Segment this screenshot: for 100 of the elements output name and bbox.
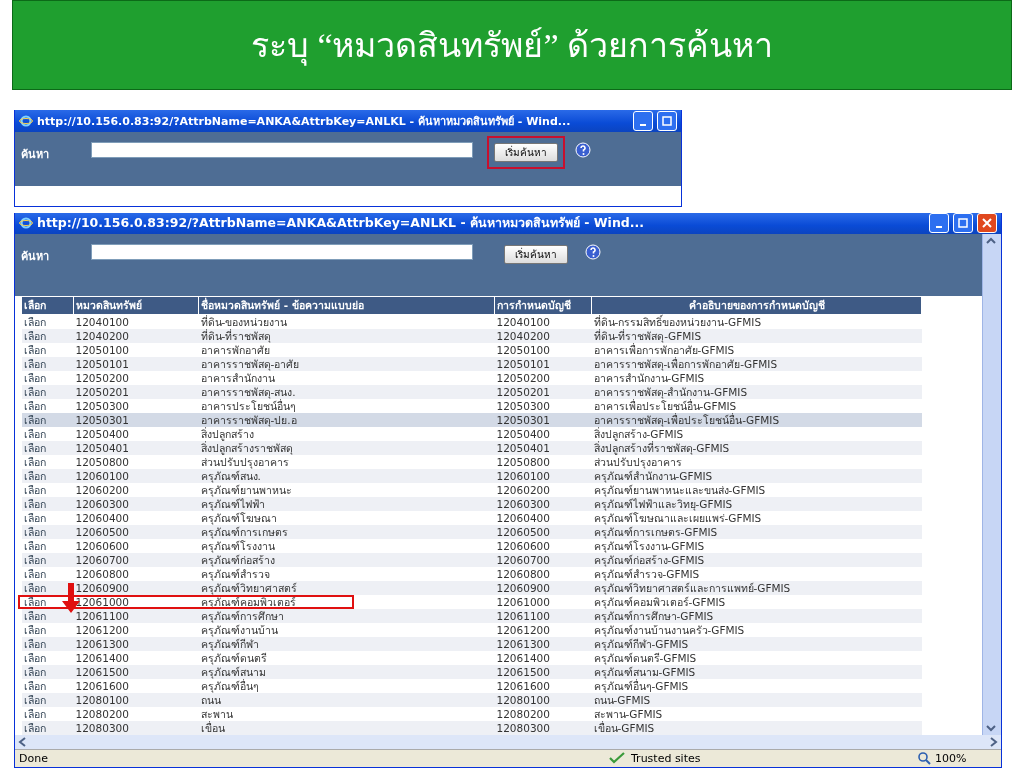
select-link[interactable]: เลือก: [23, 707, 46, 720]
select-link[interactable]: เลือก: [23, 679, 46, 692]
minimize-button[interactable]: [633, 110, 653, 131]
select-link[interactable]: เลือก: [23, 721, 46, 734]
select-link[interactable]: เลือก: [23, 357, 46, 370]
table-cell: 12060400: [73, 510, 199, 525]
table-cell: 12061000: [73, 594, 199, 609]
select-link[interactable]: เลือก: [23, 693, 46, 706]
table-cell: ครุภัณฑ์โรงงาน-GFMIS: [591, 538, 922, 553]
table-cell: 12040100: [73, 314, 199, 329]
table-cell: 12040100: [494, 314, 592, 329]
select-link[interactable]: เลือก: [23, 399, 46, 412]
column-header: ชื่อหมวดสินทรัพย์ - ข้อความแบบย่อ: [198, 296, 495, 315]
table-cell: 12061100: [494, 608, 592, 623]
select-link[interactable]: เลือก: [23, 455, 46, 468]
vertical-scrollbar[interactable]: [982, 233, 1001, 735]
select-link[interactable]: เลือก: [23, 427, 46, 440]
table-cell: 12060100: [494, 468, 592, 483]
maximize-icon: [662, 115, 672, 126]
browser-icon: [19, 216, 33, 231]
table-cell: 12050201: [494, 384, 592, 399]
select-link[interactable]: เลือก: [23, 581, 46, 594]
status-text: Done: [19, 751, 49, 765]
table-cell: อาคารราชพัสดุ-เพื่อการพักอาศัย-GFMIS: [591, 356, 922, 371]
table-cell: อาคารประโยชน์อื่นๆ: [198, 398, 495, 413]
table-cell: 12060300: [73, 496, 199, 511]
table-cell: ครุภัณฑ์ก่อสร้าง-GFMIS: [591, 552, 922, 567]
select-link[interactable]: เลือก: [23, 329, 46, 342]
search-label: ค้นหา: [21, 146, 50, 163]
table-cell: ครุภัณฑ์การศึกษา: [198, 608, 495, 623]
table-cell: 12050401: [494, 440, 592, 455]
table-cell: 12061500: [494, 664, 592, 679]
select-link[interactable]: เลือก: [23, 385, 46, 398]
select-link[interactable]: เลือก: [23, 651, 46, 664]
table-cell: ครุภัณฑ์วิทยาศาสตร์และการแพทย์-GFMIS: [591, 580, 922, 595]
select-link[interactable]: เลือก: [23, 483, 46, 496]
select-link[interactable]: เลือก: [23, 637, 46, 650]
close-button[interactable]: [977, 213, 997, 234]
table-cell: ส่วนปรับปรุงอาคาร: [591, 454, 922, 469]
zoom-icon[interactable]: [917, 751, 931, 766]
select-link[interactable]: เลือก: [23, 441, 46, 454]
table-cell: 12050101: [73, 356, 199, 371]
minimize-icon: [640, 123, 646, 126]
help-icon[interactable]: [575, 141, 591, 158]
maximize-button[interactable]: [953, 213, 973, 234]
column-header: หมวดสินทรัพย์: [73, 296, 199, 315]
table-cell: 12061300: [73, 636, 199, 651]
select-link[interactable]: เลือก: [23, 623, 46, 636]
search-button[interactable]: เริ่มค้นหา: [504, 244, 568, 264]
table-cell: ครุภัณฑ์ก่อสร้าง: [198, 552, 495, 567]
table-cell: 12060200: [73, 482, 199, 497]
table-cell: 12061500: [73, 664, 199, 679]
browser-icon: [19, 113, 33, 128]
table-cell: 12050400: [73, 426, 199, 441]
select-link[interactable]: เลือก: [23, 609, 46, 622]
table-cell: 12050200: [73, 370, 199, 385]
table-cell: 12061000: [494, 594, 592, 609]
select-link[interactable]: เลือก: [23, 539, 46, 552]
zoom-level[interactable]: 100%: [935, 751, 967, 765]
select-link[interactable]: เลือก: [23, 511, 46, 524]
table-cell: อาคารราชพัสดุ-สำนักงาน-GFMIS: [591, 384, 922, 399]
select-link[interactable]: เลือก: [23, 567, 46, 580]
table-cell: 12061200: [494, 622, 592, 637]
table-cell: 12060300: [494, 496, 592, 511]
select-link[interactable]: เลือก: [23, 497, 46, 510]
table-cell: 12060200: [494, 482, 592, 497]
select-link[interactable]: เลือก: [23, 595, 46, 608]
select-link[interactable]: เลือก: [23, 343, 46, 356]
search-button[interactable]: เริ่มค้นหา: [494, 142, 558, 162]
minimize-button[interactable]: [929, 213, 949, 234]
select-link[interactable]: เลือก: [23, 553, 46, 566]
table-cell: 12080100: [494, 692, 592, 707]
select-link[interactable]: เลือก: [23, 665, 46, 678]
search-label: ค้นหา: [21, 248, 50, 265]
table-cell: 12050300: [73, 398, 199, 413]
table-cell: 12080200: [73, 706, 199, 721]
search-field[interactable]: [91, 141, 473, 158]
select-link[interactable]: เลือก: [23, 469, 46, 482]
table-cell: 12061600: [494, 678, 592, 693]
select-link[interactable]: เลือก: [23, 371, 46, 384]
table-cell: 12050301: [494, 412, 592, 427]
table-cell: ครุภัณฑ์สำรวจ: [198, 566, 495, 581]
table-cell: 12061600: [73, 678, 199, 693]
select-link[interactable]: เลือก: [23, 413, 46, 426]
table-cell: 12050401: [73, 440, 199, 455]
table-cell: สะพาน: [198, 706, 495, 721]
table-cell: 12060700: [494, 552, 592, 567]
select-link[interactable]: เลือก: [23, 525, 46, 538]
security-zone: Trusted sites: [631, 751, 701, 765]
table-cell: สิ่งปลูกสร้างราชพัสดุ: [198, 440, 495, 455]
table-cell: อาคารราชพัสดุ-สนง.: [198, 384, 495, 399]
table-cell: ครุภัณฑ์ดนตรี-GFMIS: [591, 650, 922, 665]
search-field[interactable]: [91, 243, 473, 260]
select-link[interactable]: เลือก: [23, 315, 46, 328]
table-cell: ที่ดิน-ที่ราชพัสดุ: [198, 328, 495, 343]
table-cell: ครุภัณฑ์คอมพิวเตอร์: [198, 594, 495, 609]
maximize-button[interactable]: [657, 110, 677, 131]
help-icon[interactable]: [585, 243, 601, 260]
table-cell: ที่ดิน-กรรมสิทธิ์ของหน่วยงาน-GFMIS: [591, 314, 922, 329]
table-cell: 12060800: [73, 566, 199, 581]
